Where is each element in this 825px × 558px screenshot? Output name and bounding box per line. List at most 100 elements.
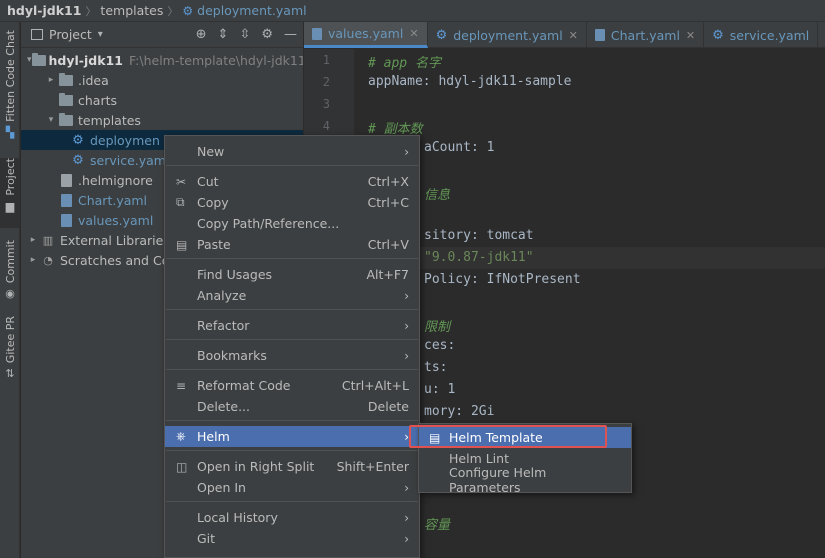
tab-deployment-yaml[interactable]: ⚙ deployment.yaml ✕ — [428, 22, 587, 48]
tree-item-label: charts — [78, 92, 118, 108]
submenu-item-configure-helm-parameters[interactable]: Configure Helm Parameters — [419, 465, 631, 495]
project-panel-title[interactable]: Project — [49, 27, 92, 42]
scratches-icon: ◔ — [43, 253, 53, 267]
folder-icon — [57, 112, 75, 126]
code-line: "9.0.87-jdk11" — [424, 250, 534, 265]
tool-tab-label: Commit — [3, 240, 17, 284]
tool-tab-commit[interactable]: Commit ◉ — [0, 240, 20, 300]
context-menu: New › ✂ Cut Ctrl+X ⧉ Copy Ctrl+C Copy Pa… — [164, 135, 420, 558]
menu-item-refactor[interactable]: Refactor › — [165, 315, 419, 336]
menu-item-open-in-right-split[interactable]: ◫ Open in Right Split Shift+Enter — [165, 456, 419, 477]
tab-chart-yaml[interactable]: Chart.yaml ✕ — [587, 22, 705, 48]
code-line: ces: — [424, 338, 456, 353]
menu-item-label: New — [197, 144, 225, 159]
yaml-gear-icon: ⚙ — [72, 132, 84, 148]
menu-separator — [166, 369, 418, 370]
menu-item-copy[interactable]: ⧉ Copy Ctrl+C — [165, 192, 419, 213]
tree-item-label: Chart.yaml — [78, 192, 148, 208]
expand-arrow-icon[interactable]: ▸ — [27, 255, 39, 265]
menu-item-shortcut: Ctrl+V — [367, 237, 409, 252]
menu-item-new[interactable]: New › — [165, 141, 419, 162]
locate-icon[interactable]: ⊕ — [196, 27, 207, 42]
tool-tab-gitee-pr[interactable]: Gitee PR ⇅ — [0, 316, 20, 382]
tab-service-yaml[interactable]: ⚙ service.yaml — [704, 22, 819, 48]
menu-item-git[interactable]: Git › — [165, 528, 419, 549]
menu-item-label: Open In — [197, 480, 246, 495]
menu-item-label: Cut — [197, 174, 219, 189]
menu-item-label: Configure Helm Parameters — [449, 464, 547, 495]
settings-gear-icon[interactable]: ⚙ — [261, 27, 273, 42]
tree-item-label: templates — [78, 112, 141, 128]
project-view-icon — [31, 29, 43, 40]
folder-icon — [31, 52, 46, 66]
file-icon — [57, 173, 75, 187]
chevron-right-icon: › — [404, 348, 409, 363]
menu-item-bookmarks[interactable]: Bookmarks › — [165, 345, 419, 366]
yaml-file-icon — [57, 193, 75, 207]
menu-item-copy-path[interactable]: Copy Path/Reference... — [165, 213, 419, 234]
chevron-right-icon: 〉 — [85, 4, 97, 18]
expand-all-icon[interactable]: ⇕ — [218, 27, 229, 42]
code-line: 信息 — [424, 188, 451, 203]
collapse-all-icon[interactable]: ⇳ — [239, 27, 250, 42]
breadcrumb-folder[interactable]: templates — [100, 3, 163, 18]
folder-icon — [57, 92, 75, 106]
tab-values-yaml[interactable]: values.yaml ✕ — [304, 22, 428, 48]
breadcrumb-project[interactable]: hdyl-jdk11 — [7, 3, 81, 18]
code-line: u: 1 — [424, 382, 456, 397]
hide-panel-icon[interactable]: — — [284, 27, 297, 42]
tree-item-label: values.yaml — [78, 212, 154, 228]
tree-item-idea[interactable]: ▸ .idea — [21, 70, 303, 90]
menu-item-open-in[interactable]: Open In › — [165, 477, 419, 498]
menu-item-local-history[interactable]: Local History › — [165, 507, 419, 528]
tool-tab-label: Project — [3, 158, 17, 196]
menu-item-analyze[interactable]: Analyze › — [165, 285, 419, 306]
menu-item-cut[interactable]: ✂ Cut Ctrl+X — [165, 171, 419, 192]
tree-item-path: F:\helm-template\hdyl-jdk11 — [128, 52, 303, 68]
close-icon[interactable]: ✕ — [409, 27, 418, 40]
left-tool-strip: Fitten Code Chat ▚ Project ▆ Commit ◉ Gi… — [0, 22, 20, 558]
yaml-gear-icon: ⚙ — [712, 27, 724, 43]
menu-item-paste[interactable]: ▤ Paste Ctrl+V — [165, 234, 419, 255]
code-line: # app 名字 — [368, 56, 441, 71]
code-line: 容量 — [424, 518, 451, 533]
tool-tab-fitten-code-chat[interactable]: Fitten Code Chat ▚ — [0, 30, 20, 139]
tree-item-charts[interactable]: charts — [21, 90, 303, 110]
tree-item-project-root[interactable]: ▾ hdyl-jdk11 F:\helm-template\hdyl-jdk11 — [21, 50, 303, 70]
breadcrumb-file[interactable]: deployment.yaml — [197, 3, 306, 18]
close-icon[interactable]: ✕ — [569, 29, 578, 42]
expand-arrow-icon[interactable]: ▸ — [27, 235, 39, 245]
highlight-annotation-box — [409, 425, 607, 448]
menu-separator — [166, 309, 418, 310]
helm-icon: ⎈ — [176, 429, 186, 443]
yaml-gear-icon: ⚙ — [435, 27, 448, 43]
expand-arrow-icon[interactable]: ▸ — [45, 75, 57, 85]
menu-item-reformat-code[interactable]: ≡ Reformat Code Ctrl+Alt+L — [165, 375, 419, 396]
tool-tab-label: Fitten Code Chat — [3, 30, 17, 122]
chevron-right-icon: › — [404, 510, 409, 525]
menu-item-helm[interactable]: ⎈ Helm › — [165, 426, 419, 447]
menu-item-label: Copy — [197, 195, 229, 210]
chevron-down-icon[interactable]: ▾ — [98, 29, 103, 40]
folder-icon — [57, 72, 75, 86]
menu-item-label: Refactor — [197, 318, 250, 333]
chevron-right-icon: › — [404, 531, 409, 546]
menu-item-delete[interactable]: Delete... Delete — [165, 396, 419, 417]
menu-item-label: Paste — [197, 237, 231, 252]
menu-item-label: Analyze — [197, 288, 247, 303]
menu-item-label: Delete... — [197, 399, 250, 414]
chevron-right-icon: › — [404, 480, 409, 495]
menu-item-find-usages[interactable]: Find Usages Alt+F7 — [165, 264, 419, 285]
close-icon[interactable]: ✕ — [686, 29, 695, 42]
tab-label: values.yaml — [328, 26, 404, 41]
menu-item-label: Open in Right Split — [197, 459, 315, 474]
line-number: 3 — [322, 97, 330, 111]
menu-item-shortcut: Shift+Enter — [336, 459, 409, 474]
tree-item-label: .helmignore — [78, 172, 153, 188]
code-line: appName: hdyl-jdk11-sample — [368, 74, 572, 89]
menu-item-label: Git — [197, 531, 216, 546]
expand-arrow-icon[interactable]: ▾ — [45, 115, 57, 125]
split-view-icon: ◫ — [176, 459, 188, 474]
tool-tab-project[interactable]: Project ▆ — [0, 158, 20, 228]
tree-item-templates[interactable]: ▾ templates — [21, 110, 303, 130]
